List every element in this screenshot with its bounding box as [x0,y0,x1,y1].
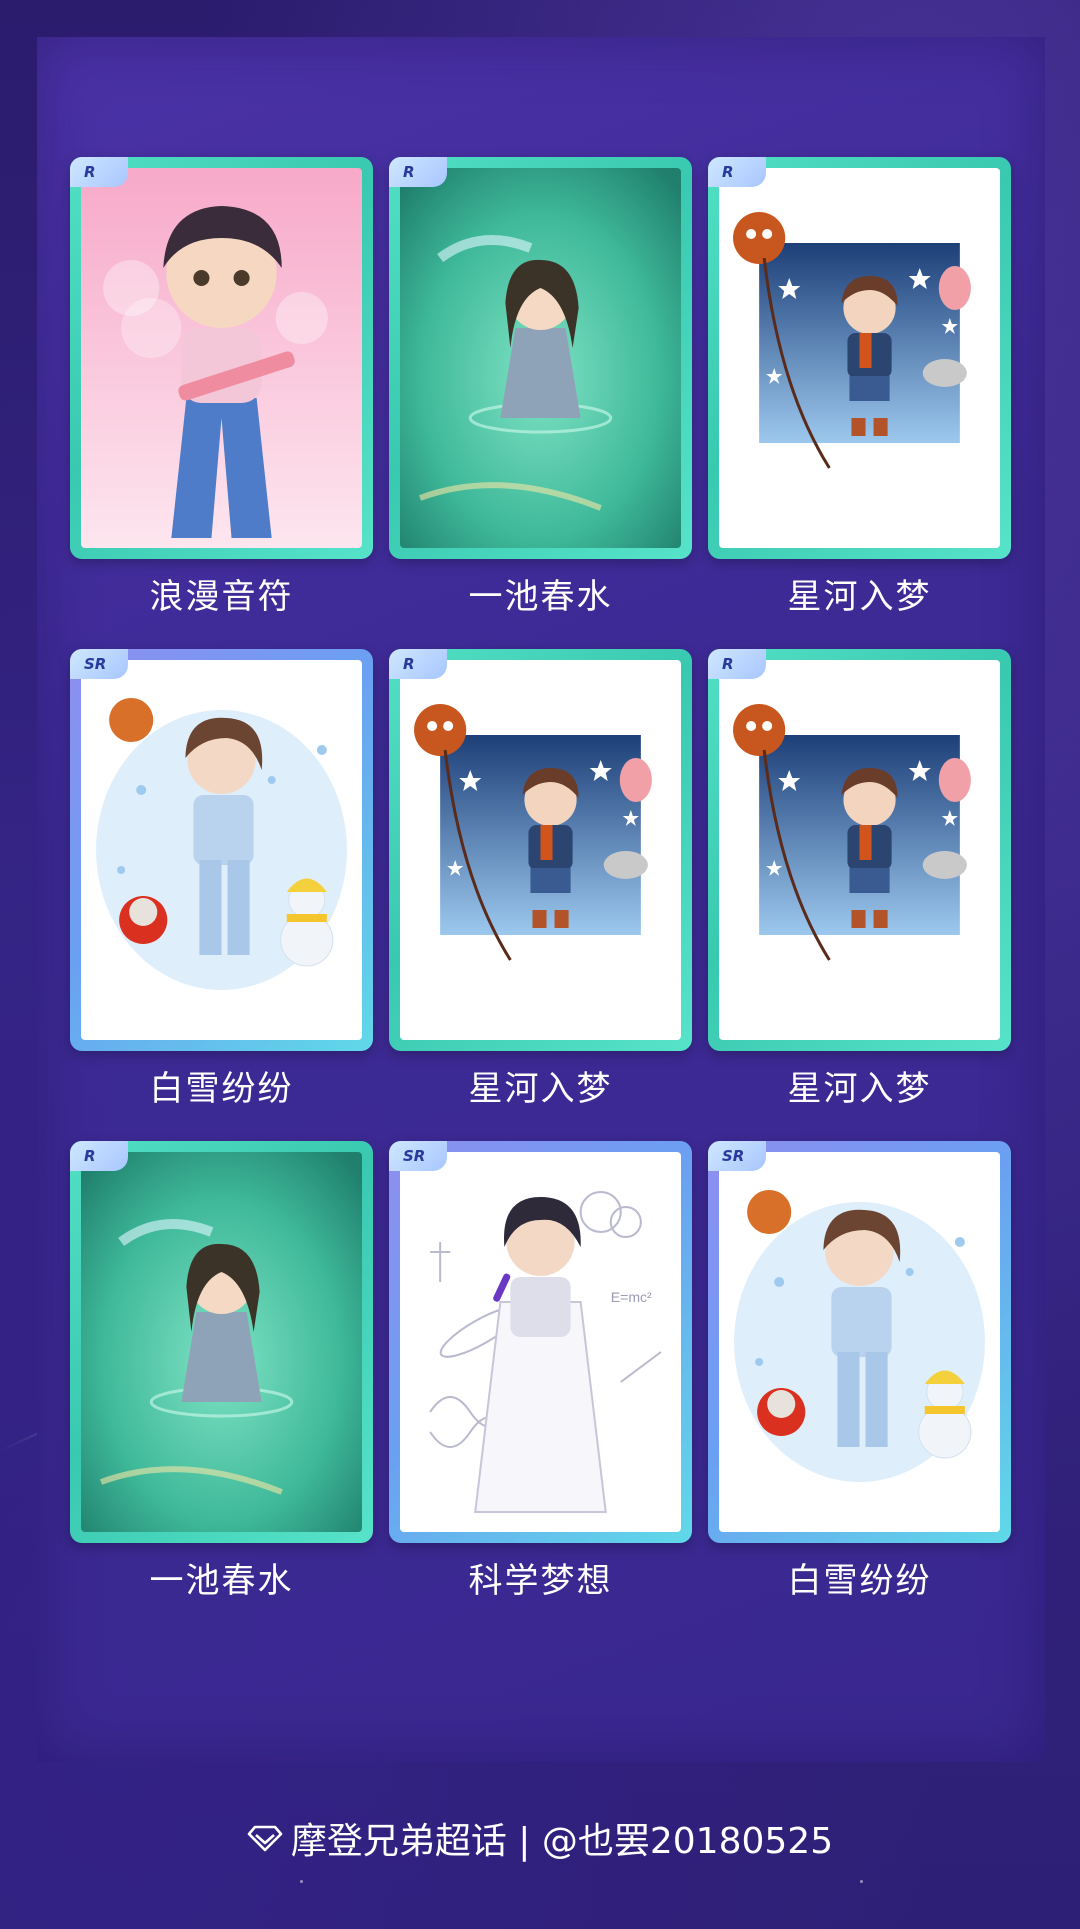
card-item[interactable]: SR E=mc² 科学梦想 [389,1141,692,1603]
card-item[interactable]: R 星河入梦 [708,649,1011,1111]
card-item[interactable]: SR 白雪纷纷 [708,1141,1011,1603]
rarity-badge: R [708,157,766,187]
diamond-icon [247,1825,283,1852]
rarity-badge: SR [389,1141,447,1171]
rarity-badge: R [70,157,128,187]
rarity-badge: R [389,649,447,679]
card-title: 星河入梦 [787,577,932,617]
card-frame[interactable]: R [708,649,1011,1051]
card-title: 浪漫音符 [149,577,294,617]
card-title: 白雪纷纷 [149,1069,294,1109]
card-frame[interactable]: SR [70,649,373,1051]
card-item[interactable]: R 星河入梦 [389,649,692,1111]
card-artwork [400,660,681,1040]
card-item[interactable]: R 一池春水 [70,1141,373,1603]
card-frame[interactable]: R [708,157,1011,559]
svg-text:E=mc²: E=mc² [611,1289,652,1305]
card-frame[interactable]: SR E=mc² [389,1141,692,1543]
card-artwork [400,168,681,548]
footer: 摩登兄弟超话 | @也罢20180525 [0,1812,1080,1864]
card-title: 星河入梦 [468,1069,613,1109]
card-item[interactable]: SR 白雪纷纷 [70,649,373,1111]
card-artwork [81,168,362,548]
footer-text: 摩登兄弟超话 | @也罢20180525 [290,1821,834,1862]
card-frame[interactable]: SR [708,1141,1011,1543]
rarity-badge: R [70,1141,128,1171]
card-item[interactable]: R 浪漫音符 [70,157,373,619]
rarity-badge: R [389,157,447,187]
card-artwork [719,1152,1000,1532]
card-artwork [81,1152,362,1532]
card-title: 一池春水 [149,1561,294,1601]
card-artwork [719,168,1000,548]
card-title: 星河入梦 [787,1069,932,1109]
card-artwork: E=mc² [400,1152,681,1532]
rarity-badge: SR [70,649,128,679]
card-title: 科学梦想 [468,1561,613,1601]
card-title: 一池春水 [468,577,613,617]
card-frame[interactable]: R [389,157,692,559]
rarity-badge: R [708,649,766,679]
rarity-badge: SR [708,1141,766,1171]
card-grid: R 浪漫音符 R 一池春水 R 星河入梦 SR 白雪纷纷 R 星河入梦 R 星河… [70,157,1011,1603]
card-artwork [719,660,1000,1040]
card-item[interactable]: R 一池春水 [389,157,692,619]
card-artwork [81,660,362,1040]
card-frame[interactable]: R [70,1141,373,1543]
card-frame[interactable]: R [389,649,692,1051]
card-frame[interactable]: R [70,157,373,559]
card-title: 白雪纷纷 [787,1561,932,1601]
card-item[interactable]: R 星河入梦 [708,157,1011,619]
